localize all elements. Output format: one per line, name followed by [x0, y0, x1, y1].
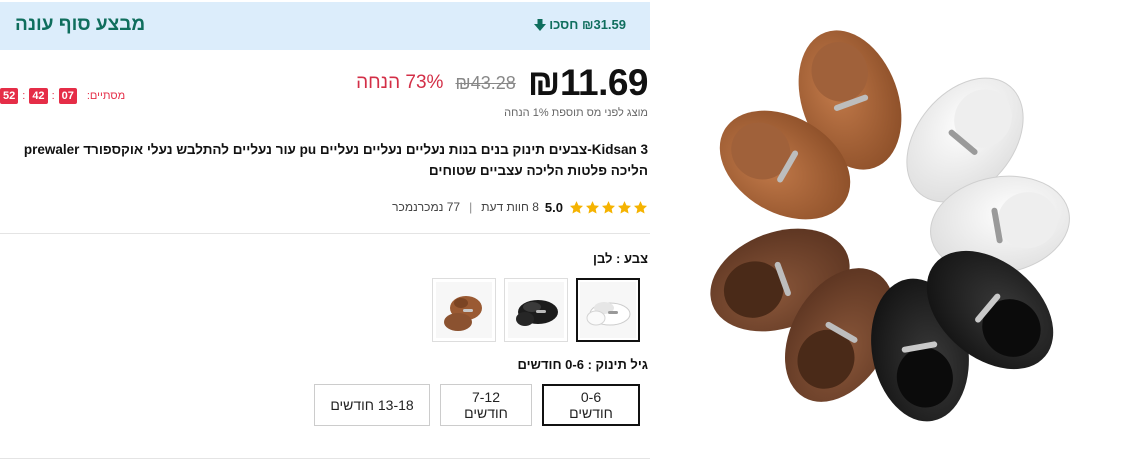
sale-countdown: 52 : 42 : 07 מסתיים: — [0, 88, 125, 104]
white-shoe-thumbnail — [580, 282, 636, 338]
age-options: 0-6 חודשים 7-12 חודשים 13-18 חודשים — [314, 384, 640, 426]
star-icon — [569, 200, 584, 213]
product-title: 3 Kidsan-צבעים תינוק בנים בנות נעליים נע… — [23, 142, 648, 178]
black-shoe-thumbnail — [508, 282, 564, 338]
sold-count: 77 נמכרנמכר — [392, 200, 461, 214]
discount-label: 73% הנחה — [356, 72, 444, 93]
color-swatch-white[interactable] — [576, 278, 640, 342]
star-icon — [633, 200, 648, 213]
countdown-separator: : — [51, 90, 55, 102]
color-swatch-black[interactable] — [504, 278, 568, 342]
countdown-seconds: 52 — [0, 88, 19, 104]
arrow-down-icon — [533, 18, 547, 32]
brown-shoe-thumbnail — [436, 282, 492, 338]
age-option-7-12[interactable]: 7-12 חודשים — [440, 384, 532, 426]
color-swatches — [432, 278, 640, 342]
countdown-minutes: 42 — [29, 88, 48, 104]
savings-label: ₪31.59 חסכו — [533, 17, 626, 32]
color-label: צבע : לבן — [593, 251, 648, 266]
countdown-hours: 07 — [58, 88, 77, 104]
age-option-0-6[interactable]: 0-6 חודשים — [542, 384, 640, 426]
savings-text: ₪31.59 חסכו — [549, 17, 626, 32]
countdown-separator: : — [22, 90, 26, 102]
reviews-link[interactable]: 8 חוות דעת — [481, 200, 539, 214]
price-row: ₪11.69 ₪43.28 73% הנחה — [356, 60, 648, 106]
rating-stars — [569, 200, 648, 215]
baby-shoes-photo — [710, 30, 1070, 422]
divider — [0, 233, 650, 234]
star-icon — [585, 200, 600, 213]
current-price: ₪11.69 — [527, 62, 649, 103]
product-info-panel: מבצע סוף עונה ₪31.59 חסכו 52 : 42 : 07 מ… — [0, 0, 650, 462]
rating-value: 5.0 — [544, 199, 563, 215]
star-icon — [617, 200, 632, 213]
countdown-label: מסתיים: — [86, 90, 126, 102]
rating-separator: | — [469, 200, 473, 214]
product-image[interactable] — [700, 20, 1120, 450]
rating-row: 5.0 8 חוות דעת | 77 נמכרנמכר — [392, 197, 648, 217]
divider — [0, 458, 650, 459]
star-icon — [601, 200, 616, 213]
season-sale-banner: מבצע סוף עונה ₪31.59 חסכו — [0, 2, 650, 50]
tax-note: מוצג לפני מס תוספת 1% הנחה — [504, 107, 648, 119]
original-price: ₪43.28 — [455, 72, 516, 93]
age-label: גיל תינוק : 0-6 חודשים — [517, 357, 648, 372]
color-swatch-brown[interactable] — [432, 278, 496, 342]
age-option-13-18[interactable]: 13-18 חודשים — [314, 384, 430, 426]
sale-title: מבצע סוף עונה — [15, 14, 146, 35]
